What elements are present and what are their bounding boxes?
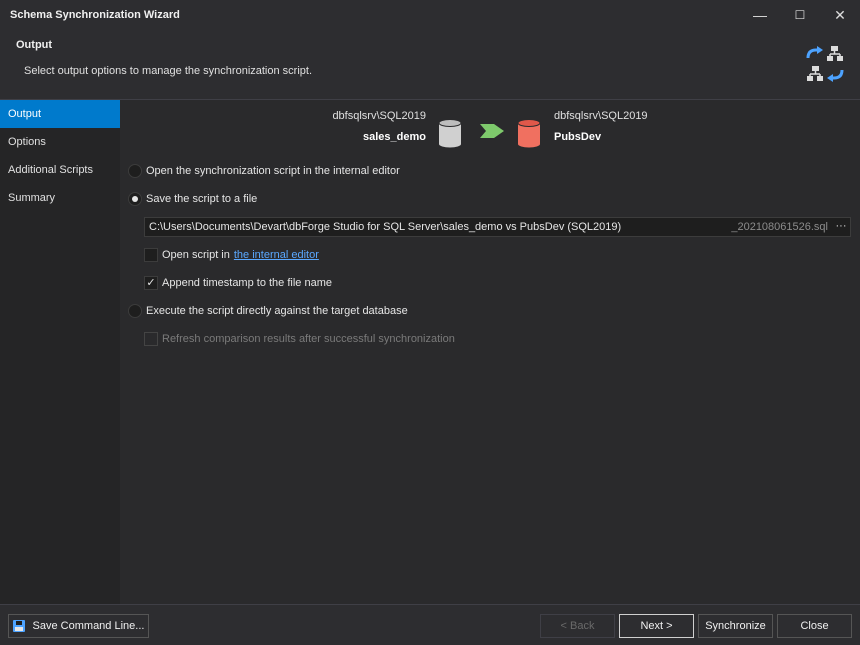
close-window-button[interactable]: ✕ bbox=[820, 0, 860, 30]
output-page: dbfsqlsrv\SQL2019 sales_demo dbfsqlsrv\S… bbox=[120, 100, 860, 604]
wizard-footer: Save Command Line... < Back Next > Synch… bbox=[0, 604, 860, 645]
file-path-input[interactable]: C:\Users\Documents\Devart\dbForge Studio… bbox=[144, 217, 851, 237]
save-disk-icon bbox=[12, 620, 25, 632]
browse-button[interactable]: ··· bbox=[832, 218, 850, 236]
maximize-button[interactable]: ☐ bbox=[780, 0, 820, 30]
append-timestamp-option[interactable]: ✓ Append timestamp to the file name bbox=[144, 273, 332, 293]
window-title: Schema Synchronization Wizard bbox=[10, 9, 180, 21]
execute-directly-label: Execute the script directly against the … bbox=[146, 305, 408, 317]
save-command-line-label: Save Command Line... bbox=[32, 620, 145, 632]
open-script-label: Open script in bbox=[162, 249, 230, 261]
source-database: sales_demo bbox=[363, 131, 426, 143]
append-timestamp-checkbox[interactable]: ✓ bbox=[144, 276, 158, 290]
file-path-suffix: _202108061526.sql bbox=[731, 221, 828, 233]
execute-directly-option[interactable]: Execute the script directly against the … bbox=[128, 301, 408, 321]
refresh-results-checkbox bbox=[144, 332, 158, 346]
save-command-line-button[interactable]: Save Command Line... bbox=[8, 614, 149, 638]
open-script-checkbox[interactable] bbox=[144, 248, 158, 262]
open-in-editor-radio[interactable] bbox=[128, 164, 142, 178]
target-connection: dbfsqlsrv\SQL2019 PubsDev bbox=[554, 110, 714, 150]
synchronize-button[interactable]: Synchronize bbox=[698, 614, 773, 638]
sidebar-item-options[interactable]: Options bbox=[0, 128, 120, 156]
close-button[interactable]: Close bbox=[777, 614, 852, 638]
source-connection: dbfsqlsrv\SQL2019 sales_demo bbox=[260, 110, 426, 150]
save-to-file-option[interactable]: Save the script to a file bbox=[128, 189, 257, 209]
sidebar-item-additional-scripts[interactable]: Additional Scripts bbox=[0, 156, 120, 184]
minimize-button[interactable]: — bbox=[740, 0, 780, 30]
execute-directly-radio[interactable] bbox=[128, 304, 142, 318]
target-server: dbfsqlsrv\SQL2019 bbox=[554, 110, 648, 122]
append-timestamp-label: Append timestamp to the file name bbox=[162, 277, 332, 289]
title-bar: Schema Synchronization Wizard — ☐ ✕ bbox=[0, 0, 860, 30]
sidebar-item-summary[interactable]: Summary bbox=[0, 184, 120, 212]
refresh-results-label: Refresh comparison results after success… bbox=[162, 333, 455, 345]
open-in-editor-label: Open the synchronization script in the i… bbox=[146, 165, 400, 177]
wizard-header: Output Select output options to manage t… bbox=[0, 30, 860, 100]
back-button[interactable]: < Back bbox=[540, 614, 615, 638]
source-server: dbfsqlsrv\SQL2019 bbox=[332, 110, 426, 122]
source-database-icon bbox=[438, 119, 462, 148]
save-to-file-label: Save the script to a file bbox=[146, 193, 258, 205]
sync-direction-arrow-icon bbox=[480, 124, 504, 138]
target-database: PubsDev bbox=[554, 131, 602, 143]
file-path-value[interactable]: C:\Users\Documents\Devart\dbForge Studio… bbox=[145, 221, 621, 233]
open-in-editor-option[interactable]: Open the synchronization script in the i… bbox=[128, 161, 400, 181]
schema-sync-icon bbox=[806, 46, 844, 82]
wizard-sidebar: Output Options Additional Scripts Summar… bbox=[0, 100, 120, 604]
page-title: Output bbox=[16, 39, 53, 51]
page-subtitle: Select output options to manage the sync… bbox=[24, 65, 313, 77]
next-button[interactable]: Next > bbox=[619, 614, 694, 638]
open-script-option[interactable]: Open script in the internal editor bbox=[144, 245, 319, 265]
save-to-file-radio[interactable] bbox=[128, 192, 142, 206]
sidebar-item-output[interactable]: Output bbox=[0, 100, 120, 128]
window-controls: — ☐ ✕ bbox=[740, 0, 860, 30]
internal-editor-link[interactable]: the internal editor bbox=[234, 249, 319, 261]
target-database-icon bbox=[517, 119, 541, 148]
refresh-results-option: Refresh comparison results after success… bbox=[144, 329, 455, 349]
